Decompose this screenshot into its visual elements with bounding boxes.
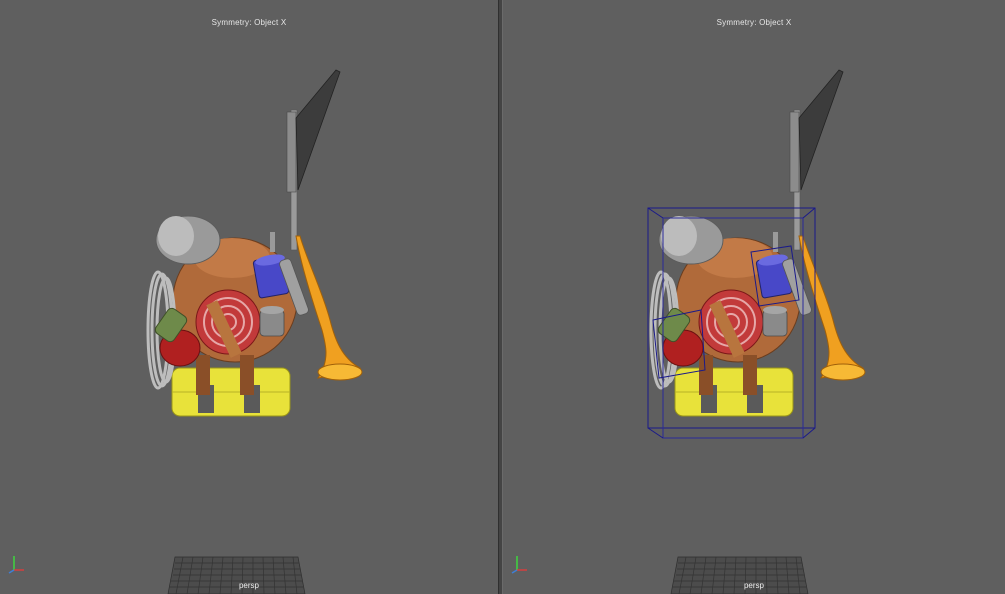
axis-gizmo-icon [509,552,531,574]
camera-label: persp [238,581,259,590]
camera-label: persp [743,581,764,590]
backpack-model[interactable] [503,0,1005,594]
maya-dual-viewport-window: Symmetry: Object X persp Symmetry: Objec… [0,0,1005,594]
backpack-model[interactable] [0,0,498,594]
viewport-left[interactable]: Symmetry: Object X persp [0,0,498,594]
axis-gizmo-icon [6,552,28,574]
viewport-right[interactable]: Symmetry: Object X persp [503,0,1005,594]
